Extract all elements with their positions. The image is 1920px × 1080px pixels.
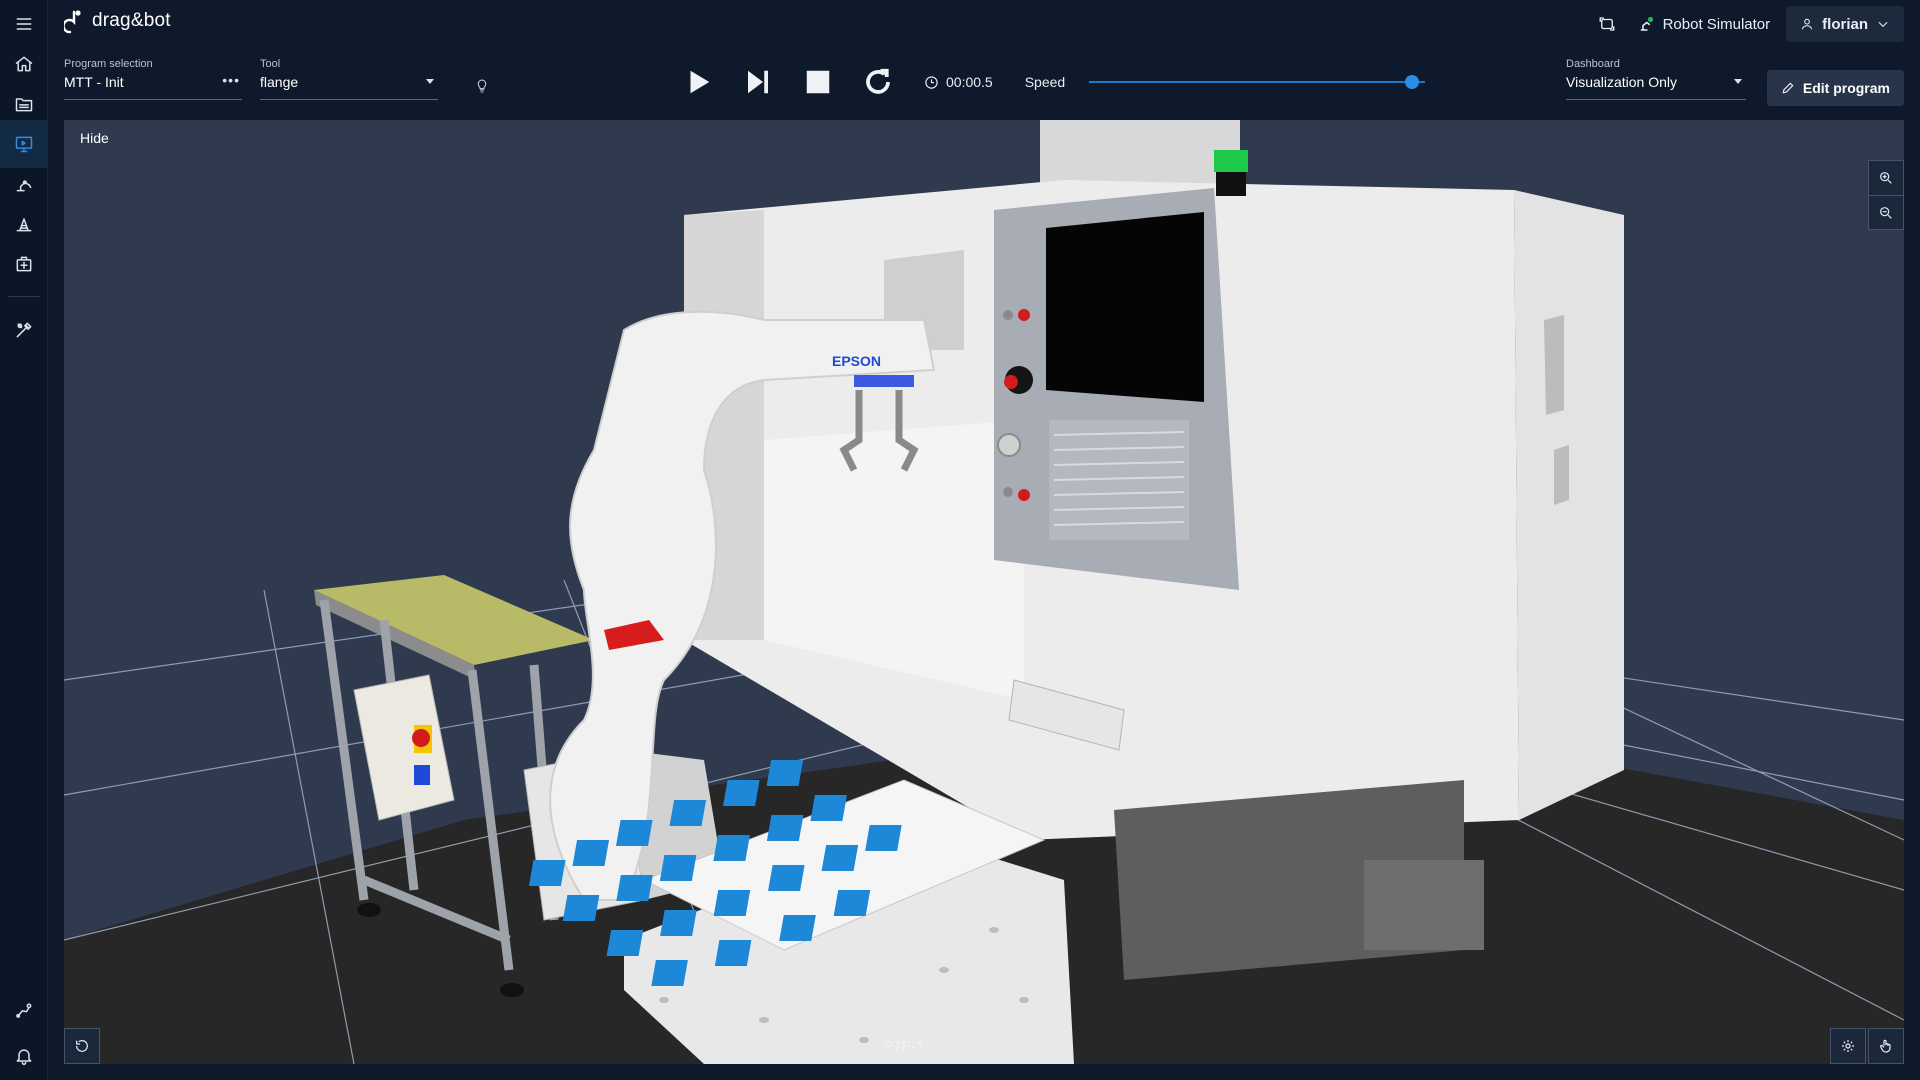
step-button[interactable]: [728, 62, 788, 102]
tool-light-button[interactable]: [474, 78, 494, 98]
dashboard-label: Dashboard: [1566, 58, 1620, 70]
speed-slider-thumb[interactable]: [1404, 75, 1419, 89]
control-panel-screen: [1046, 212, 1204, 402]
cone-icon: [16, 218, 32, 232]
switch-box: [353, 674, 455, 821]
robot-simulator-status[interactable]: Robot Simulator: [1637, 15, 1771, 33]
fullscreen-icon: [1599, 17, 1615, 31]
speed-slider-track[interactable]: [1089, 81, 1426, 83]
frame-label: PTP-T: [884, 1038, 925, 1054]
hamburger-menu-icon: [16, 18, 32, 30]
home-icon: [15, 56, 33, 72]
bell-icon: [16, 1049, 32, 1066]
zoom-in-button[interactable]: [1869, 161, 1903, 195]
restart-button[interactable]: [848, 62, 908, 102]
timer-value: 00:00.5: [946, 74, 993, 90]
speed-label: Speed: [1024, 74, 1066, 90]
play-button[interactable]: [668, 62, 728, 102]
tools-icon: [16, 322, 32, 338]
sidebar-item-robot-status[interactable]: [0, 986, 48, 1034]
sidebar-item-notifications[interactable]: [0, 1032, 48, 1080]
program-selection-field[interactable]: Program selection MTT - Init •••: [64, 58, 242, 100]
dashboard-value-box[interactable]: Visualization Only: [1566, 74, 1746, 100]
tool-value-box[interactable]: flange: [260, 74, 438, 100]
edit-program-label: Edit program: [1802, 80, 1890, 96]
lightbulb-icon: [477, 79, 487, 93]
touch-mode-button[interactable]: [1868, 1028, 1904, 1064]
speed-slider[interactable]: [1089, 72, 1426, 92]
sidebar-divider: [8, 296, 40, 297]
dashboard-value: Visualization Only: [1566, 74, 1678, 90]
clock-icon: [925, 75, 938, 89]
user-name: florian: [1822, 15, 1868, 33]
logo-mark-icon: [64, 10, 81, 34]
zoom-out-icon: [1880, 206, 1892, 219]
gear-icon: [1842, 1040, 1854, 1052]
robot-arm-icon: [16, 180, 32, 192]
sidebar-item-tools[interactable]: [0, 306, 48, 354]
header-actions: Robot Simulator florian: [1591, 0, 1920, 48]
edit-program-button[interactable]: Edit program: [1766, 70, 1904, 106]
caret-down-icon: [1734, 79, 1742, 84]
app-logo[interactable]: drag&bot: [64, 8, 171, 34]
more-options-icon[interactable]: •••: [222, 72, 240, 88]
simulation-viewport[interactable]: EPSON Hide PTP-T: [64, 120, 1904, 1064]
user-icon: [1801, 18, 1813, 30]
logo-text: drag&bot: [92, 10, 171, 31]
zoom-in-icon: [1880, 172, 1892, 184]
stop-button[interactable]: [788, 62, 848, 102]
reset-view-button[interactable]: [64, 1028, 100, 1064]
sidebar-item-toolbox[interactable]: [0, 240, 48, 288]
step-forward-icon: [748, 70, 768, 94]
run-timer: 00:00.5: [924, 74, 993, 90]
monitor-icon: [15, 136, 33, 153]
simulator-robot-icon: [1640, 16, 1653, 31]
chevron-down-icon: [1878, 21, 1888, 28]
folder-icon: [15, 98, 33, 112]
simulator-label: Robot Simulator: [1662, 15, 1771, 33]
zoom-controls: [1868, 160, 1904, 230]
program-selection-value-box[interactable]: MTT - Init •••: [64, 72, 242, 100]
caret-down-icon: [426, 79, 434, 84]
control-bar: Program selection MTT - Init ••• Tool fl…: [48, 48, 1920, 120]
playback-controls: 00:00.5 Speed: [668, 62, 1426, 102]
play-icon: [690, 70, 710, 94]
sidebar: [0, 0, 48, 1080]
stop-icon: [806, 70, 830, 94]
tool-select[interactable]: Tool flange: [260, 58, 438, 100]
view-settings-button[interactable]: [1830, 1028, 1866, 1064]
pencil-icon: [1782, 82, 1794, 94]
zoom-out-button[interactable]: [1869, 195, 1903, 229]
emergency-stop: [1004, 375, 1018, 389]
toolbox-icon: [16, 256, 32, 272]
rotate-ccw-icon: [76, 1040, 88, 1052]
robot-brand-label: EPSON: [832, 353, 881, 369]
program-selection-value: MTT - Init: [64, 74, 124, 90]
top-header: drag&bot Robot Simulator florian: [48, 0, 1920, 48]
hide-panel-button[interactable]: Hide: [80, 130, 109, 146]
program-selection-label: Program selection: [64, 58, 153, 70]
robot-arm-small-icon: [16, 1003, 32, 1018]
tool-value: flange: [260, 74, 299, 90]
robot-cell-scene[interactable]: EPSON: [64, 120, 1904, 1064]
hand-pointer-icon: [1880, 1039, 1891, 1053]
tool-label: Tool: [260, 58, 281, 70]
dashboard-select[interactable]: Dashboard Visualization Only: [1566, 58, 1746, 100]
restart-icon: [866, 68, 890, 94]
user-menu-button[interactable]: florian: [1786, 6, 1904, 42]
fullscreen-button[interactable]: [1591, 8, 1623, 40]
status-light: [1214, 150, 1248, 172]
